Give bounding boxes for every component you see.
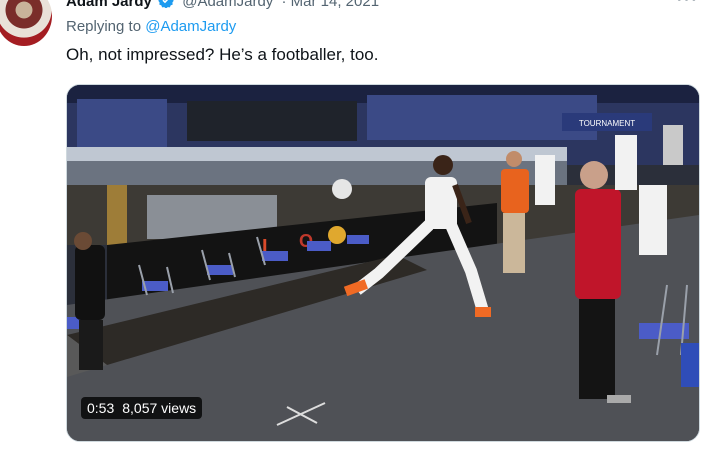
video-views: 8,057 views [122, 400, 197, 416]
video-player[interactable]: TOURNAMENT I O 0:53 8,057 views [66, 84, 700, 442]
tweet-text: Oh, not impressed? He’s a footballer, to… [66, 45, 379, 64]
author-handle[interactable]: @AdamJardy [182, 0, 273, 10]
reply-mention-link[interactable]: @AdamJardy [145, 18, 236, 35]
reply-context: Replying to @AdamJardy [66, 18, 236, 35]
verified-badge-icon [158, 0, 174, 8]
video-frame: TOURNAMENT I O [67, 85, 699, 441]
video-duration: 0:53 [87, 400, 115, 416]
tweet-date[interactable]: · Mar 14, 2021 [281, 0, 379, 10]
author-name[interactable]: Adam Jardy [66, 0, 152, 10]
more-icon[interactable]: ••• [676, 0, 698, 9]
reply-prefix: Replying to [66, 18, 142, 35]
tournament-banner: TOURNAMENT [579, 119, 635, 128]
author-avatar[interactable] [0, 0, 52, 46]
tweet-header: Adam Jardy @AdamJardy · Mar 14, 2021 [66, 0, 379, 10]
video-stats-badge: 0:53 8,057 views [81, 397, 203, 419]
